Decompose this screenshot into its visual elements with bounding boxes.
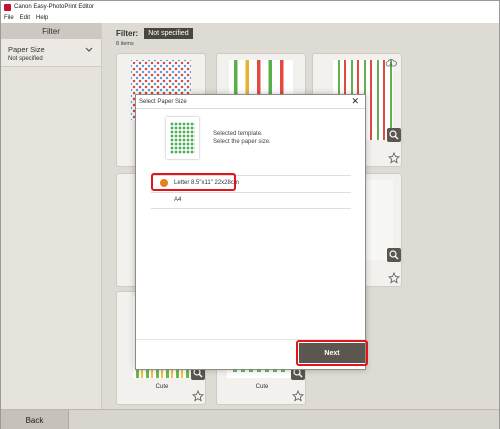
items-count: 8 items bbox=[116, 41, 134, 47]
close-icon[interactable]: ✕ bbox=[351, 96, 359, 107]
magnifier-icon bbox=[389, 130, 399, 140]
favorite-star-icon[interactable] bbox=[192, 390, 204, 402]
title-bar: Canon Easy-PhotoPrint Editor bbox=[1, 1, 499, 13]
filter-row: Filter: Not specified bbox=[116, 28, 193, 39]
sidebar-header: Filter bbox=[1, 23, 101, 39]
favorite-star-icon[interactable] bbox=[388, 272, 400, 284]
filter-label: Filter: bbox=[116, 29, 139, 38]
selected-template-thumbnail bbox=[166, 117, 199, 159]
zoom-button[interactable] bbox=[387, 248, 401, 262]
cloud-download-icon bbox=[385, 59, 397, 67]
app-window: Canon Easy-PhotoPrint Editor File Edit H… bbox=[0, 0, 500, 429]
menu-bar: File Edit Help bbox=[1, 13, 499, 23]
menu-edit[interactable]: Edit bbox=[20, 15, 30, 21]
filter-sidebar: Filter Paper Size Not specified bbox=[1, 23, 102, 409]
divider bbox=[151, 208, 351, 209]
app-icon bbox=[4, 3, 11, 11]
paper-size-value: Not specified bbox=[8, 56, 43, 62]
paper-option-a4[interactable]: A4 bbox=[151, 193, 351, 207]
highlight-letter-option bbox=[151, 173, 236, 191]
filter-badge[interactable]: Not specified bbox=[144, 28, 193, 39]
window-title: Canon Easy-PhotoPrint Editor bbox=[14, 4, 95, 10]
dialog-title: Select Paper Size bbox=[139, 99, 187, 105]
favorite-star-icon[interactable] bbox=[292, 390, 304, 402]
paper-size-filter[interactable]: Paper Size Not specified bbox=[1, 39, 101, 67]
chevron-down-icon[interactable] bbox=[85, 47, 93, 53]
select-paper-size-dialog: Select Paper Size ✕ Selected template. S… bbox=[135, 94, 368, 370]
menu-help[interactable]: Help bbox=[36, 15, 48, 21]
favorite-star-icon[interactable] bbox=[388, 152, 400, 164]
magnifier-icon bbox=[389, 250, 399, 260]
paper-option-label: A4 bbox=[174, 197, 182, 203]
dialog-message-line1: Selected template. bbox=[213, 131, 263, 137]
back-button[interactable]: Back bbox=[1, 410, 69, 429]
dialog-message: Selected template. Select the paper size… bbox=[213, 130, 271, 146]
dialog-divider bbox=[136, 108, 365, 109]
menu-file[interactable]: File bbox=[4, 15, 14, 21]
zoom-button[interactable] bbox=[387, 128, 401, 142]
bottom-bar: Back bbox=[1, 409, 499, 429]
dialog-message-line2: Select the paper size. bbox=[213, 139, 271, 145]
next-button[interactable]: Next bbox=[299, 343, 365, 363]
